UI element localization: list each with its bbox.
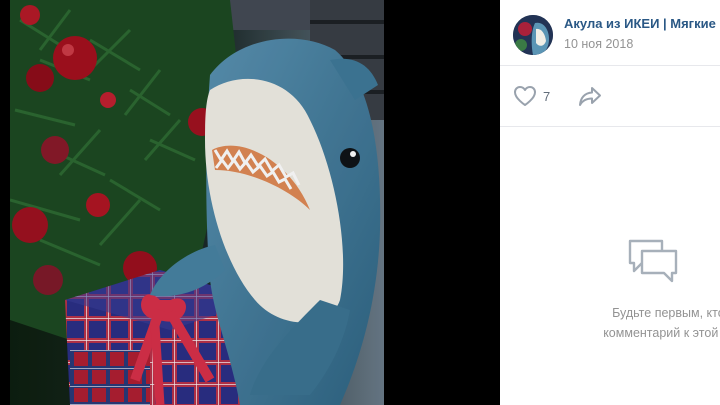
comments-empty-text: Будьте первым, кто оста комментарий к эт… <box>553 303 720 343</box>
photo[interactable] <box>10 0 384 405</box>
photo-area[interactable] <box>0 0 500 405</box>
share-button[interactable] <box>577 84 603 108</box>
author-name[interactable]: Акула из ИКЕИ | Мягкие и <box>564 16 720 31</box>
post-author-row: Акула из ИКЕИ | Мягкие и 10 ноя 2018 <box>500 0 720 66</box>
post-actions: 7 <box>500 66 720 127</box>
comments-empty-line1: Будьте первым, кто оста <box>612 306 720 320</box>
comments-icon <box>626 237 680 287</box>
like-count: 7 <box>543 88 551 104</box>
heart-icon <box>513 85 537 107</box>
like-button[interactable]: 7 <box>513 84 550 108</box>
comments-empty-state: Будьте первым, кто оста комментарий к эт… <box>500 127 720 405</box>
post-date[interactable]: 10 ноя 2018 <box>564 37 633 51</box>
photo-viewer: Акула из ИКЕИ | Мягкие и 10 ноя 2018 7 Б… <box>0 0 720 405</box>
avatar[interactable] <box>513 15 553 55</box>
comments-empty-line2: комментарий к этой фотогр <box>603 326 720 340</box>
share-icon <box>577 84 603 108</box>
side-panel: Акула из ИКЕИ | Мягкие и 10 ноя 2018 7 Б… <box>500 0 720 405</box>
